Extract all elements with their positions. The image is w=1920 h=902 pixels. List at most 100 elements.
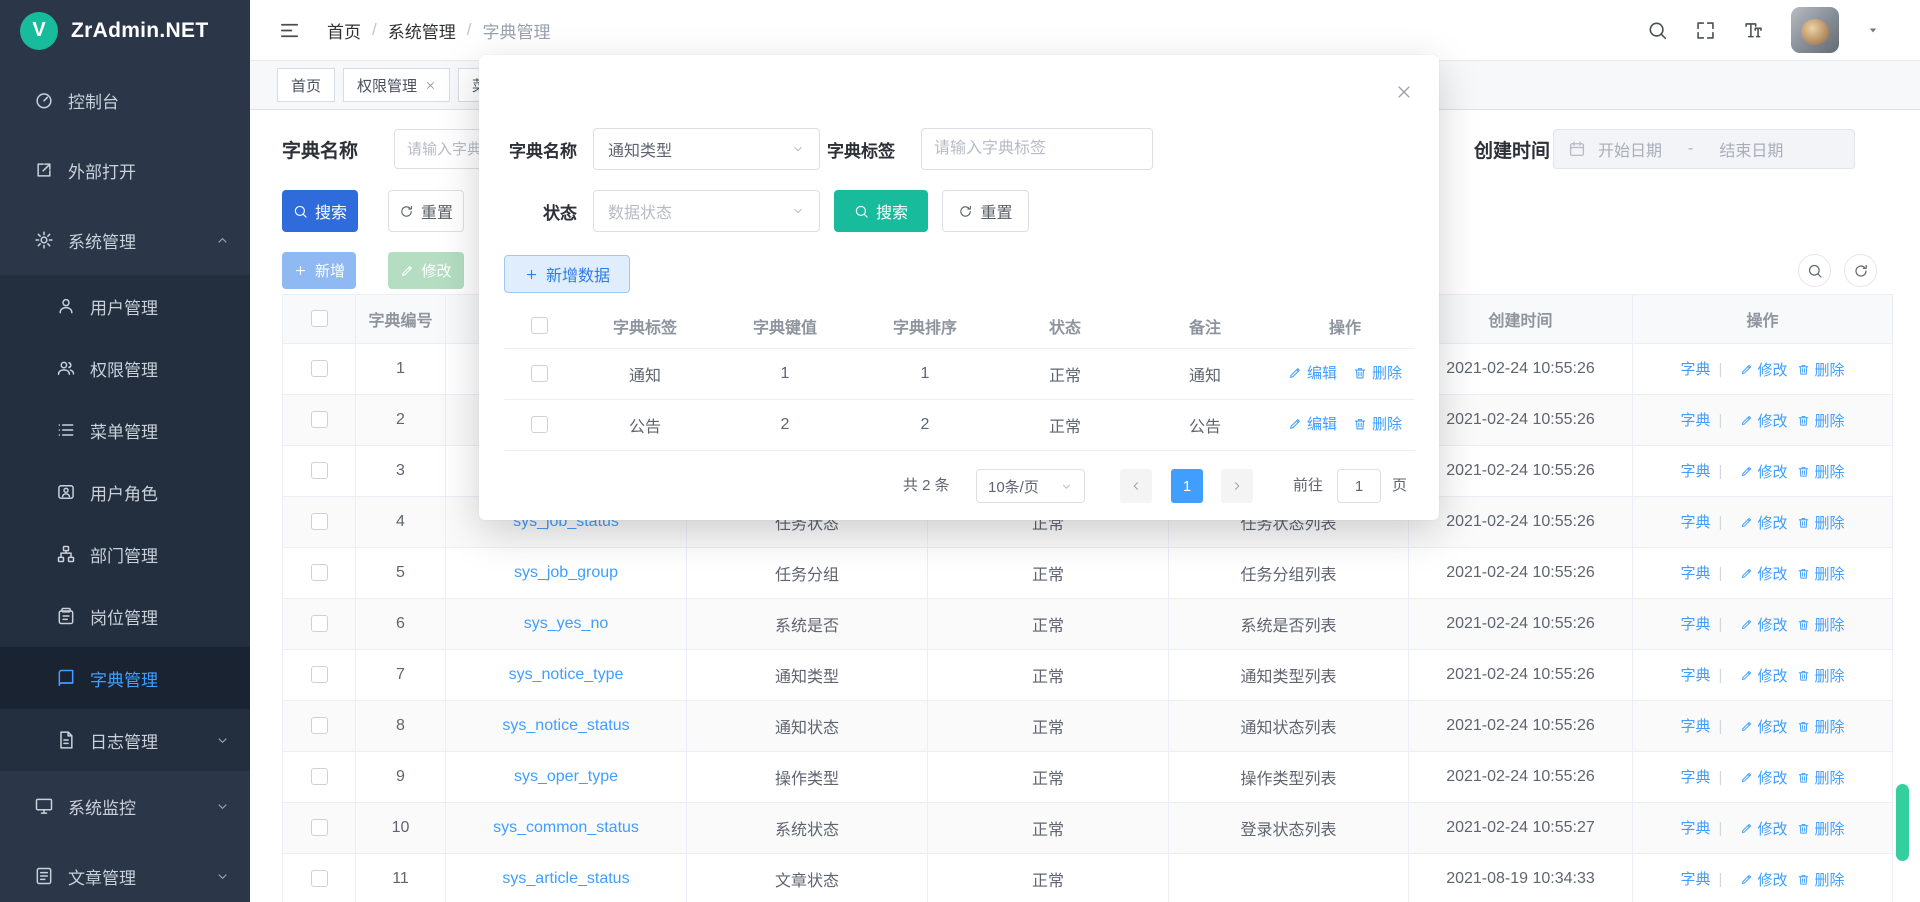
dict-items-link[interactable]: 字典 [1681, 769, 1711, 786]
row-checkbox[interactable] [311, 717, 328, 734]
refresh-table-button[interactable] [1844, 254, 1877, 287]
delete-row-link[interactable]: 删除 [1797, 767, 1844, 788]
avatar[interactable] [1791, 7, 1839, 53]
breadcrumb-system[interactable]: 系统管理 [388, 18, 456, 43]
delete-row-link[interactable]: 删除 [1797, 818, 1844, 839]
sidebar-item-user-role[interactable]: 用户角色 [0, 461, 250, 523]
row-checkbox[interactable] [311, 870, 328, 887]
row-checkbox[interactable] [311, 615, 328, 632]
sidebar-item-log-admin[interactable]: 日志管理 [0, 709, 250, 771]
sidebar-item-system-monitor[interactable]: 系统监控 [0, 771, 250, 841]
modal-search-button[interactable]: 搜索 [834, 190, 928, 232]
goto-page-input[interactable] [1337, 469, 1381, 503]
dict-name-select[interactable]: 通知类型 [593, 128, 820, 170]
fullscreen-icon[interactable] [1695, 20, 1716, 41]
dict-type-link[interactable]: sys_notice_status [502, 717, 629, 734]
modal-row-checkbox[interactable] [531, 416, 548, 433]
delete-row-link[interactable]: 删除 [1797, 461, 1844, 482]
add-data-button[interactable]: 新增数据 [504, 255, 630, 293]
row-checkbox[interactable] [311, 462, 328, 479]
edit-row-link[interactable]: 修改 [1740, 614, 1787, 635]
edit-row-link[interactable]: 修改 [1740, 410, 1787, 431]
edit-row-link[interactable]: 修改 [1740, 359, 1787, 380]
dict-items-link[interactable]: 字典 [1681, 463, 1711, 480]
sidebar-item-dept-admin[interactable]: 部门管理 [0, 523, 250, 585]
sidebar-item-menu-admin[interactable]: 菜单管理 [0, 399, 250, 461]
dict-items-link[interactable]: 字典 [1681, 871, 1711, 888]
status-select[interactable]: 数据状态 [593, 190, 820, 232]
edit-row-link[interactable]: 修改 [1740, 461, 1787, 482]
edit-row-link[interactable]: 编辑 [1288, 413, 1337, 434]
sidebar-item-system-admin[interactable]: 系统管理 [0, 205, 250, 275]
row-checkbox[interactable] [311, 819, 328, 836]
edit-button[interactable]: 修改 [388, 252, 464, 289]
row-checkbox[interactable] [311, 666, 328, 683]
scrollbar-thumb[interactable] [1896, 784, 1909, 861]
edit-row-link[interactable]: 修改 [1740, 716, 1787, 737]
create-time-range-picker[interactable]: 开始日期 - 结束日期 [1553, 129, 1855, 169]
dict-type-link[interactable]: sys_common_status [493, 819, 639, 836]
delete-row-link[interactable]: 删除 [1797, 665, 1844, 686]
sidebar-item-post-admin[interactable]: 岗位管理 [0, 585, 250, 647]
app-logo[interactable]: V ZrAdmin.NET [0, 0, 250, 61]
delete-row-link[interactable]: 删除 [1797, 869, 1844, 890]
dict-type-link[interactable]: sys_yes_no [524, 615, 609, 632]
edit-row-link[interactable]: 修改 [1740, 563, 1787, 584]
edit-row-link[interactable]: 修改 [1740, 512, 1787, 533]
delete-row-link[interactable]: 删除 [1797, 563, 1844, 584]
row-checkbox[interactable] [311, 768, 328, 785]
close-icon[interactable] [1395, 83, 1413, 101]
dict-items-link[interactable]: 字典 [1681, 616, 1711, 633]
sidebar-item-dict-admin[interactable]: 字典管理 [0, 647, 250, 709]
sidebar-item-external-open[interactable]: 外部打开 [0, 135, 250, 205]
row-checkbox[interactable] [311, 360, 328, 377]
modal-select-all-checkbox[interactable] [531, 317, 548, 334]
search-icon[interactable] [1647, 20, 1668, 41]
dict-items-link[interactable]: 字典 [1681, 565, 1711, 582]
prev-page-button[interactable] [1120, 469, 1152, 503]
delete-row-link[interactable]: 删除 [1797, 512, 1844, 533]
sidebar-item-permission-admin[interactable]: 权限管理 [0, 337, 250, 399]
tab-home[interactable]: 首页 [277, 68, 335, 102]
sidebar-item-console[interactable]: 控制台 [0, 65, 250, 135]
edit-row-link[interactable]: 修改 [1740, 818, 1787, 839]
delete-row-link[interactable]: 删除 [1353, 413, 1402, 434]
row-checkbox[interactable] [311, 564, 328, 581]
delete-row-link[interactable]: 删除 [1797, 359, 1844, 380]
dict-label-input[interactable] [921, 128, 1153, 170]
edit-row-link[interactable]: 修改 [1740, 767, 1787, 788]
dict-type-link[interactable]: sys_article_status [502, 870, 629, 887]
delete-row-link[interactable]: 删除 [1353, 362, 1402, 383]
delete-row-link[interactable]: 删除 [1797, 716, 1844, 737]
reset-button[interactable]: 重置 [388, 190, 464, 232]
search-button[interactable]: 搜索 [282, 190, 358, 232]
sidebar-item-user-admin[interactable]: 用户管理 [0, 275, 250, 337]
dict-items-link[interactable]: 字典 [1681, 514, 1711, 531]
dict-type-link[interactable]: sys_notice_type [509, 666, 624, 683]
dict-items-link[interactable]: 字典 [1681, 820, 1711, 837]
caret-down-icon[interactable] [1866, 23, 1880, 37]
dict-items-link[interactable]: 字典 [1681, 412, 1711, 429]
menu-fold-icon[interactable] [278, 19, 301, 42]
dict-items-link[interactable]: 字典 [1681, 361, 1711, 378]
page-number-button[interactable]: 1 [1171, 469, 1203, 503]
tab-permission[interactable]: 权限管理 [343, 68, 450, 102]
close-icon[interactable] [425, 80, 436, 91]
breadcrumb-home[interactable]: 首页 [327, 18, 361, 43]
edit-row-link[interactable]: 修改 [1740, 869, 1787, 890]
edit-row-link[interactable]: 修改 [1740, 665, 1787, 686]
dict-type-link[interactable]: sys_job_group [514, 564, 618, 581]
font-size-icon[interactable] [1743, 20, 1764, 41]
delete-row-link[interactable]: 删除 [1797, 410, 1844, 431]
modal-reset-button[interactable]: 重置 [942, 190, 1029, 232]
add-button[interactable]: 新增 [282, 252, 356, 289]
edit-row-link[interactable]: 编辑 [1288, 362, 1337, 383]
sidebar-item-article-admin[interactable]: 文章管理 [0, 841, 250, 902]
row-checkbox[interactable] [311, 513, 328, 530]
select-all-checkbox[interactable] [311, 310, 328, 327]
toggle-search-button[interactable] [1798, 254, 1831, 287]
dict-items-link[interactable]: 字典 [1681, 718, 1711, 735]
next-page-button[interactable] [1221, 469, 1253, 503]
dict-items-link[interactable]: 字典 [1681, 667, 1711, 684]
delete-row-link[interactable]: 删除 [1797, 614, 1844, 635]
